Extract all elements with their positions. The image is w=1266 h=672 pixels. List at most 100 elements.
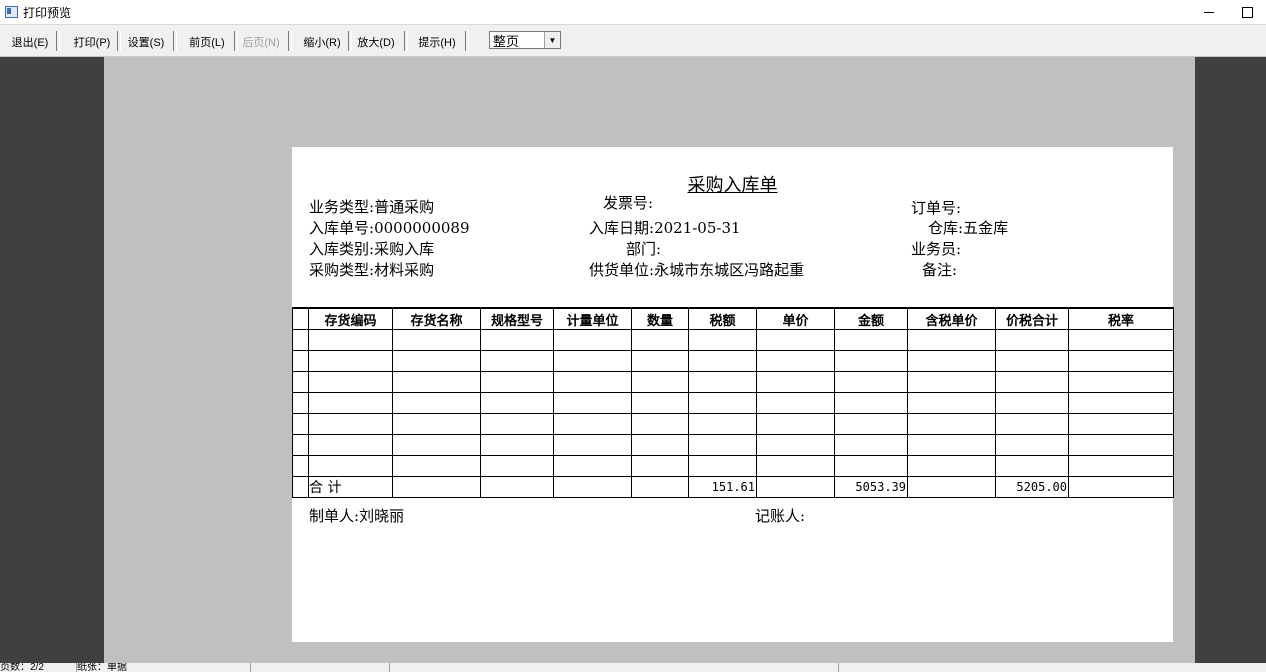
supplier-label: 供货单位: xyxy=(589,261,655,279)
toolbar-separator xyxy=(234,31,238,51)
order-no-field: 订单号: xyxy=(911,197,961,218)
receipt-category-field: 入库类别:采购入库 xyxy=(309,238,434,259)
window-controls xyxy=(1190,0,1266,24)
zoom-select-value: 整页 xyxy=(493,33,520,49)
total-with-tax: 5205.00 xyxy=(995,476,1069,498)
warehouse-field: 仓库:五金库 xyxy=(928,217,1008,238)
column-header: 存货编码 xyxy=(308,307,393,330)
settings-button[interactable]: 设置(S) xyxy=(124,33,168,51)
table-row xyxy=(292,329,1174,351)
business-type-value: 普通采购 xyxy=(374,198,435,216)
zoom-select[interactable]: 整页 ▼ xyxy=(489,31,561,49)
maximize-icon xyxy=(1241,6,1253,18)
print-page: 采购入库单 业务类型:普通采购 发票号: 订单号: 入库单号:000000008… xyxy=(292,147,1174,642)
warehouse-label: 仓库: xyxy=(928,219,964,237)
remarks-label: 备注: xyxy=(922,261,958,279)
status-bar: 页数：2/2 纸张：单据 xyxy=(0,663,1266,672)
column-header: 单价 xyxy=(756,307,835,330)
receipt-date-field: 入库日期:2021-05-31 xyxy=(589,217,741,238)
zoom-out-button[interactable]: 缩小(R) xyxy=(300,33,344,51)
status-cell xyxy=(838,663,1266,672)
bookkeeper-field: 记账人: xyxy=(755,505,805,526)
table-row xyxy=(292,455,1174,477)
table-row xyxy=(292,434,1174,456)
toolbar-separator xyxy=(404,31,408,51)
column-header: 价税合计 xyxy=(995,307,1069,330)
preview-margin-right xyxy=(1195,57,1266,663)
total-row: 合 计 151.61 5053.39 5205.00 xyxy=(292,476,1174,498)
purchase-type-field: 采购类型:材料采购 xyxy=(309,259,434,280)
toolbar-separator xyxy=(117,31,121,51)
column-header: 税额 xyxy=(688,307,757,330)
print-button[interactable]: 打印(P) xyxy=(70,33,114,51)
zoom-in-button[interactable]: 放大(D) xyxy=(354,33,398,51)
receipt-no-field: 入库单号:0000000089 xyxy=(309,217,470,238)
total-tax-amount: 151.61 xyxy=(688,476,757,498)
receipt-date-value: 2021-05-31 xyxy=(654,219,741,237)
bookkeeper-label: 记账人: xyxy=(755,507,806,525)
receipt-no-value: 0000000089 xyxy=(374,219,470,237)
receipt-date-label: 入库日期: xyxy=(589,219,655,237)
app-icon xyxy=(5,6,18,18)
column-header: 金额 xyxy=(834,307,908,330)
receipt-category-value: 采购入库 xyxy=(374,240,435,258)
status-page: 页数：2/2 xyxy=(0,663,44,672)
minimize-button[interactable] xyxy=(1190,0,1228,24)
table-row xyxy=(292,392,1174,414)
total-amount: 5053.39 xyxy=(834,476,908,498)
column-header: 含税单价 xyxy=(907,307,996,330)
toolbar: 退出(E) 打印(P) 设置(S) 前页(L) 后页(N) 缩小(R) 放大(D… xyxy=(0,25,1266,57)
receipt-category-label: 入库类别: xyxy=(309,240,375,258)
table-header-row: 存货编码 存货名称 规格型号 计量单位 数量 税额 单价 金额 含税单价 价税合… xyxy=(292,307,1174,330)
toolbar-separator xyxy=(348,31,352,51)
toolbar-separator xyxy=(56,31,60,51)
warehouse-value: 五金库 xyxy=(963,219,1009,237)
next-page-button[interactable]: 后页(N) xyxy=(239,33,283,51)
status-cell xyxy=(389,663,836,672)
toolbar-separator xyxy=(465,31,469,51)
total-row-label: 合 计 xyxy=(308,476,393,498)
maker-label: 制单人: xyxy=(309,507,360,525)
detail-table: 存货编码 存货名称 规格型号 计量单位 数量 税额 单价 金额 含税单价 价税合… xyxy=(292,307,1174,498)
column-header: 税率 xyxy=(1068,307,1174,330)
title-bar: 打印预览 xyxy=(0,0,1266,25)
maximize-button[interactable] xyxy=(1228,0,1266,24)
maker-field: 制单人:刘晓丽 xyxy=(309,505,404,526)
column-header: 计量单位 xyxy=(553,307,632,330)
business-type-field: 业务类型:普通采购 xyxy=(309,196,434,217)
clerk-field: 业务员: xyxy=(911,238,961,259)
column-header: 存货名称 xyxy=(392,307,481,330)
supplier-field: 供货单位:永城市东城区冯路起重 xyxy=(589,259,804,280)
preview-margin-left xyxy=(0,57,104,663)
business-type-label: 业务类型: xyxy=(309,198,375,216)
prev-page-button[interactable]: 前页(L) xyxy=(185,33,229,51)
minimize-icon xyxy=(1204,11,1214,13)
department-label: 部门: xyxy=(626,240,662,258)
hint-button[interactable]: 提示(H) xyxy=(415,33,459,51)
column-header: 数量 xyxy=(631,307,689,330)
status-paper: 纸张：单据 xyxy=(76,663,249,672)
invoice-no-field: 发票号: xyxy=(603,192,653,213)
toolbar-separator xyxy=(288,31,292,51)
maker-value: 刘晓丽 xyxy=(359,507,405,525)
row-marker-header xyxy=(292,307,309,330)
column-header: 规格型号 xyxy=(480,307,554,330)
remarks-field: 备注: xyxy=(922,259,957,280)
window-title: 打印预览 xyxy=(23,5,72,20)
exit-button[interactable]: 退出(E) xyxy=(8,33,52,51)
invoice-no-label: 发票号: xyxy=(603,194,654,212)
receipt-no-label: 入库单号: xyxy=(309,219,375,237)
department-field: 部门: xyxy=(626,238,661,259)
table-row xyxy=(292,413,1174,435)
clerk-label: 业务员: xyxy=(911,240,962,258)
table-row xyxy=(292,371,1174,393)
chevron-down-icon[interactable]: ▼ xyxy=(544,32,560,48)
table-body: 合 计 151.61 5053.39 5205.00 xyxy=(292,329,1174,498)
purchase-type-label: 采购类型: xyxy=(309,261,375,279)
document-title: 采购入库单 xyxy=(687,175,778,196)
table-row xyxy=(292,350,1174,372)
status-cell xyxy=(250,663,387,672)
toolbar-separator xyxy=(173,31,177,51)
supplier-value: 永城市东城区冯路起重 xyxy=(654,261,805,279)
order-no-label: 订单号: xyxy=(911,199,962,217)
